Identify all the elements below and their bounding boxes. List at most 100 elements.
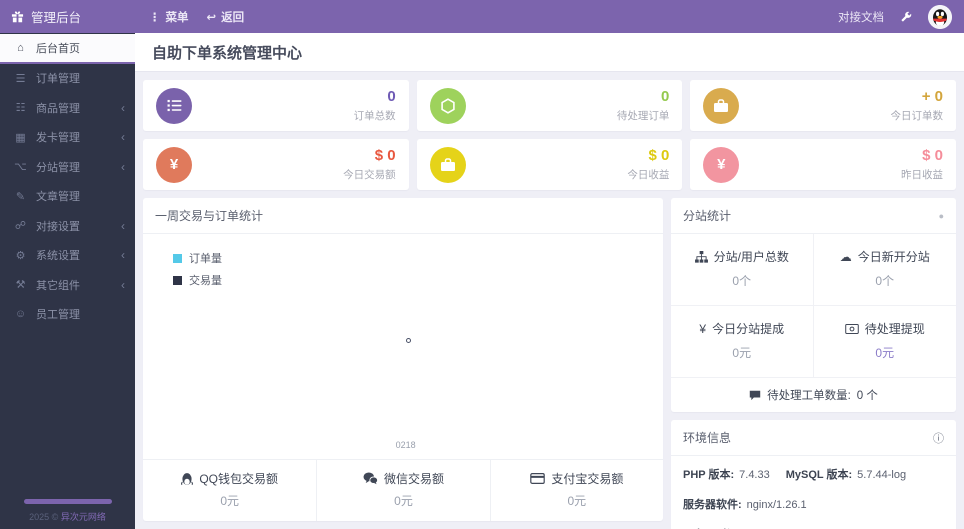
wechat-summary: 微信交易额 0元: [316, 460, 489, 521]
stat-card-today-orders: + 0 今日订单数: [690, 80, 956, 131]
yen-icon: ¥: [703, 146, 740, 183]
sidebar-item-system-settings[interactable]: ⚙ 系统设置 ‹: [0, 241, 135, 271]
sidebar-item-articles[interactable]: ✎ 文章管理: [0, 182, 135, 212]
sidebar-item-home[interactable]: ⌂ 后台首页: [0, 34, 135, 64]
sidebar-item-branches[interactable]: ⌥ 分站管理 ‹: [0, 152, 135, 182]
weekly-chart-panel: 一周交易与订单统计 订单量 交易量 0218 QQ钱包交易额 0元 微信交易额 …: [143, 198, 663, 521]
page-title-bar: 自助下单系统管理中心: [135, 33, 964, 72]
avatar[interactable]: [928, 4, 952, 29]
footer-brand-link[interactable]: 异次元网络: [61, 512, 106, 522]
stat-label: 订单总数: [353, 109, 396, 122]
branch-cell-commission: ¥ 今日分站提成 0元: [671, 306, 814, 377]
yen-icon: ¥: [156, 146, 192, 183]
tools-button[interactable]: [900, 11, 912, 23]
yen-icon: ¥: [699, 321, 707, 336]
menu-button[interactable]: ⋮ 菜单: [149, 9, 189, 25]
legend-item-volume[interactable]: 交易量: [173, 272, 222, 288]
branch-panel-title: 分站统计: [683, 209, 732, 223]
stat-card-pending-orders: 0 待处理订单: [416, 80, 683, 131]
branch-cell-total-sites: 分站/用户总数 0个: [671, 234, 814, 306]
ellipsis-icon: ⋮: [149, 11, 161, 24]
sidebar: ⌂ 后台首页 ☰ 订单管理 ☷ 商品管理 ‹ ▦ 发卡管理 ‹ ⌥ 分站管理 ‹…: [0, 33, 135, 529]
briefcase-icon: [703, 87, 740, 124]
article-icon: ✎: [15, 190, 26, 203]
app-window: 管理后台 ⋮ 菜单 ↩ 返回 对接文档 ⌂ 后台首页 ☰ 订单管理 ☷ 商品管理…: [0, 0, 964, 529]
qq-icon: [181, 472, 194, 486]
stat-label: 昨日收益: [900, 168, 943, 181]
info-icon: ⓘ: [933, 432, 944, 445]
stat-label: 今日收益: [627, 168, 670, 181]
navbar-right-menu: 对接文档: [838, 4, 964, 29]
qq-wallet-summary: QQ钱包交易额 0元: [143, 460, 316, 521]
stat-label: 待处理订单: [616, 109, 670, 122]
alipay-summary: 支付宝交易额 0元: [489, 460, 663, 521]
cart-icon: ☷: [15, 102, 26, 115]
chevron-left-icon: ‹: [121, 100, 125, 115]
comment-icon: [749, 390, 761, 401]
gear-icon: ⚙: [15, 249, 26, 262]
stat-label: 今日订单数: [890, 109, 943, 122]
branch-cell-withdrawals: 待处理提现 0元: [814, 306, 957, 377]
stat-value: $ 0: [922, 146, 943, 164]
gift-icon: [11, 10, 24, 23]
sidebar-item-card-issuing[interactable]: ▦ 发卡管理 ‹: [0, 123, 135, 153]
sidebar-scroll-pill: [23, 499, 112, 504]
brand[interactable]: 管理后台: [0, 7, 135, 26]
stat-value: 0: [387, 87, 396, 105]
chart-data-point[interactable]: [405, 337, 411, 343]
cogs-icon: ⚒: [15, 279, 26, 292]
payment-summary-row: QQ钱包交易额 0元 微信交易额 0元 支付宝交易额 0元: [143, 459, 663, 521]
cloud-icon: ☁: [839, 249, 852, 264]
branch-panel-header: 分站统计 ●: [671, 198, 956, 234]
stat-card-today-profit: $ 0 今日收益: [416, 139, 683, 190]
credit-card-icon: [530, 473, 546, 484]
right-column: 分站统计 ● 分站/用户总数 0个 ☁ 今日新开分站 0个 ¥ 今日分站提成 0…: [671, 198, 956, 529]
user-icon: ☺: [14, 308, 27, 321]
sidebar-item-components[interactable]: ⚒ 其它组件 ‹: [0, 270, 135, 300]
top-navbar: 管理后台 ⋮ 菜单 ↩ 返回 对接文档: [0, 0, 964, 33]
wrench-icon: [900, 11, 912, 23]
branch-cell-new-sites: ☁ 今日新开分站 0个: [813, 234, 956, 306]
env-info-body: PHP 版本: 7.4.33 MySQL 版本: 5.7.44-log 服务器软…: [671, 456, 956, 529]
env-php-version: PHP 版本: 7.4.33: [683, 469, 770, 481]
env-panel-title: 环境信息: [683, 431, 732, 445]
branch-stats-grid: 分站/用户总数 0个 ☁ 今日新开分站 0个 ¥ 今日分站提成 0元 待处理提现…: [671, 234, 956, 377]
chart-panel-header: 一周交易与订单统计: [143, 198, 663, 234]
brand-title: 管理后台: [31, 11, 82, 25]
sitemap-icon: ⌥: [14, 161, 27, 174]
sidebar-item-integration[interactable]: ☍ 对接设置 ‹: [0, 211, 135, 241]
docs-link[interactable]: 对接文档: [838, 9, 884, 25]
legend-swatch: [173, 275, 182, 285]
sidebar-item-goods[interactable]: ☷ 商品管理 ‹: [0, 93, 135, 123]
stat-cards-row-1: 0 订单总数 0 待处理订单 + 0 今日订单数: [143, 80, 956, 131]
back-arrow-icon: ↩: [206, 11, 217, 24]
environment-info-panel: 环境信息 ⓘ PHP 版本: 7.4.33 MySQL 版本: 5.7.44-l…: [671, 420, 956, 529]
chart-legend: 订单量 交易量: [173, 250, 222, 288]
sidebar-item-staff[interactable]: ☺ 员工管理: [0, 300, 135, 330]
env-panel-header: 环境信息 ⓘ: [671, 420, 956, 456]
navbar-left-menu: ⋮ 菜单 ↩ 返回: [135, 9, 244, 25]
sidebar-item-orders[interactable]: ☰ 订单管理: [0, 64, 135, 94]
stat-card-yesterday-profit: ¥ $ 0 昨日收益: [690, 139, 956, 190]
list-icon: ☰: [15, 72, 26, 85]
stat-card-today-volume: ¥ $ 0 今日交易额: [143, 139, 409, 190]
sitemap-icon: [694, 250, 708, 263]
env-server-software: 服务器软件: nginx/1.26.1: [683, 499, 807, 511]
copyright: 2025 © 异次元网络: [29, 512, 106, 522]
legend-item-orders[interactable]: 订单量: [173, 250, 222, 266]
back-button[interactable]: ↩ 返回: [207, 9, 245, 25]
dot-icon: ●: [938, 210, 944, 221]
sidebar-footer: 2025 © 异次元网络: [0, 499, 135, 529]
branch-stats-panel: 分站统计 ● 分站/用户总数 0个 ☁ 今日新开分站 0个 ¥ 今日分站提成 0…: [671, 198, 956, 412]
main-content: 自助下单系统管理中心 0 订单总数 0 待处理订单 + 0 今日订单数 ¥ $ …: [135, 33, 964, 529]
stat-value: $ 0: [374, 146, 396, 164]
money-bill-icon: [844, 323, 859, 334]
chevron-left-icon: ‹: [121, 248, 125, 263]
table-icon: ▦: [15, 131, 26, 144]
stat-value: 0: [660, 87, 670, 105]
cube-icon: [429, 87, 466, 124]
chevron-left-icon: ‹: [121, 159, 125, 174]
stat-label: 今日交易额: [343, 168, 396, 181]
chart-panel-title: 一周交易与订单统计: [155, 209, 264, 223]
stat-cards-row-2: ¥ $ 0 今日交易额 $ 0 今日收益 ¥ $ 0 昨日收益: [143, 139, 956, 190]
